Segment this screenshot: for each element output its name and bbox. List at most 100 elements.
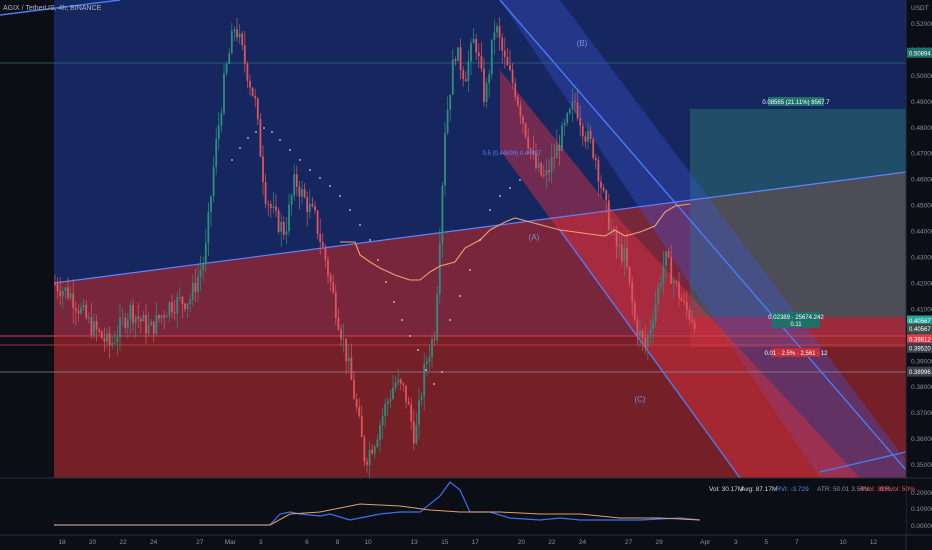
sar-dot <box>393 301 395 303</box>
stat-rvi: RVI: -3.729 <box>776 486 809 493</box>
candle-body <box>555 144 558 158</box>
candle-body <box>384 403 387 417</box>
candle-body <box>238 33 241 38</box>
candle-body <box>550 157 553 173</box>
candle-body <box>204 243 207 265</box>
currency-label: USDT <box>911 5 929 12</box>
sar-dot <box>509 187 511 189</box>
candle-body <box>563 122 566 126</box>
stat-avg: Avg: 87.17M <box>741 486 777 493</box>
candle-body <box>119 317 121 338</box>
candle-body <box>155 314 158 334</box>
candle-body <box>267 203 270 205</box>
time-tick: 3 <box>734 539 738 546</box>
time-tick: 17 <box>472 539 480 546</box>
time-tick: 27 <box>196 539 204 546</box>
price-label: 0.39520 <box>909 346 931 352</box>
candle-body <box>631 282 634 303</box>
candle-body <box>194 282 197 292</box>
candle-body <box>672 280 675 284</box>
sar-dot <box>231 159 233 161</box>
candle-body <box>202 264 205 271</box>
candle-body <box>215 139 218 168</box>
time-tick: 7 <box>795 539 799 546</box>
candle-body <box>587 130 589 142</box>
candle-body <box>139 318 142 322</box>
candle-body <box>410 404 413 422</box>
time-tick: 20 <box>518 539 526 546</box>
candle-body <box>579 118 582 126</box>
candle-body <box>113 342 116 344</box>
sar-dot <box>417 349 419 351</box>
candle-body <box>397 379 400 383</box>
price-tick: 0.47000 <box>911 151 932 158</box>
time-tick: 6 <box>305 539 309 546</box>
candle-body <box>197 276 199 292</box>
candle-body <box>152 321 155 334</box>
candle-body <box>355 398 358 408</box>
candle-body <box>246 63 249 81</box>
sar-dot <box>239 147 241 149</box>
sar-dot <box>469 269 471 271</box>
candle-body <box>236 29 238 38</box>
candle-body <box>459 47 462 71</box>
candle-body <box>191 282 194 300</box>
position-label: 0.02389 · 25674.242 <box>768 315 824 321</box>
sar-dot <box>479 239 481 241</box>
candle-body <box>475 38 478 53</box>
time-tick: 20 <box>89 539 97 546</box>
candle-body <box>69 293 72 298</box>
sar-dot <box>369 239 371 241</box>
price-tick: 0.38000 <box>911 384 932 391</box>
candle-body <box>444 133 446 186</box>
candle-body <box>576 102 579 119</box>
price-chart[interactable]: (B) (A) (C) 0.5 (0.44699) 0.44607 0.0856… <box>0 0 932 550</box>
candle-body <box>527 136 530 149</box>
candle-body <box>129 304 132 320</box>
candle-body <box>641 330 644 339</box>
candle-body <box>485 83 488 103</box>
candle-body <box>342 338 345 340</box>
candle-body <box>301 189 303 197</box>
candle-body <box>178 297 181 299</box>
candle-body <box>558 144 561 151</box>
sar-dot <box>255 131 257 133</box>
sar-dot <box>309 169 311 171</box>
candle-body <box>600 181 602 188</box>
time-tick: Apr <box>700 539 711 546</box>
sar-dot <box>401 319 403 321</box>
price-tick: 0.52000 <box>911 21 932 28</box>
sar-dot <box>377 259 379 261</box>
candle-body <box>394 382 397 389</box>
time-tick: 29 <box>655 539 663 546</box>
candle-body <box>327 260 329 276</box>
candle-body <box>646 334 649 348</box>
candle-body <box>262 156 264 183</box>
candle-body <box>496 26 498 33</box>
sar-dot <box>489 209 491 211</box>
candle-body <box>529 148 532 151</box>
price-tick: 0.42000 <box>911 280 932 287</box>
candle-body <box>412 421 415 444</box>
price-tick: 0.39000 <box>911 358 932 365</box>
candle-body <box>540 162 543 176</box>
candle-body <box>524 123 527 137</box>
candle-body <box>506 56 509 66</box>
candle-body <box>225 63 228 74</box>
candle-body <box>373 446 376 454</box>
candle-body <box>132 304 134 323</box>
time-tick: 18 <box>58 539 66 546</box>
candle-body <box>134 316 137 323</box>
candle-body <box>150 321 153 326</box>
sar-dot <box>349 209 351 211</box>
time-tick: 12 <box>870 539 878 546</box>
candle-body <box>574 101 576 103</box>
candle-body <box>386 401 389 404</box>
candle-body <box>308 203 311 212</box>
stat-vol: Vol: 30.17M <box>709 486 743 493</box>
candle-body <box>371 449 374 454</box>
candle-body <box>639 330 641 337</box>
candle-body <box>100 331 103 339</box>
candle-body <box>433 339 436 341</box>
price-label: 0.40567 <box>909 327 931 333</box>
